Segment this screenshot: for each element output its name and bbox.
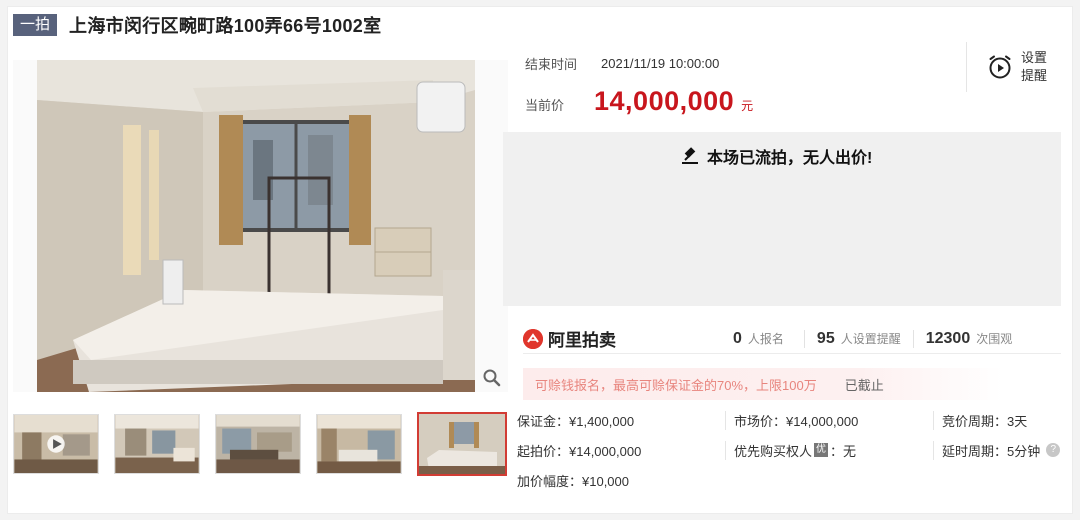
details-row: 加价幅度：¥10,000 bbox=[517, 465, 1061, 495]
details-row: 保证金：¥1,400,000 市场价：¥14,000,000 竞价周期：3天 bbox=[517, 405, 1061, 435]
price-unit: 元 bbox=[741, 99, 754, 113]
end-time-value: 2021/11/19 10:00:00 bbox=[601, 56, 720, 71]
title-row: 一拍 上海市闵行区畹町路100弄66号1002室 bbox=[13, 13, 381, 37]
set-reminder-button[interactable]: 设置 提醒 bbox=[966, 42, 1061, 92]
thumbnail-video[interactable] bbox=[13, 414, 99, 474]
stats-bar: 阿里拍卖 0 人报名 95 人设置提醒 12300 次围观 bbox=[523, 324, 1061, 354]
credit-notice-message: 可赊钱报名，最高可赊保证金的70%，上限100万 bbox=[535, 377, 817, 393]
market-price: 市场价：¥14,000,000 bbox=[725, 410, 933, 430]
ali-auction-logo-icon bbox=[523, 328, 543, 349]
credit-signup-notice: 可赊钱报名，最高可赊保证金的70%，上限100万 已截止 bbox=[523, 368, 1003, 400]
credit-notice-status: 已截止 bbox=[844, 377, 884, 393]
page-title: 上海市闵行区畹町路100弄66号1002室 bbox=[69, 16, 382, 36]
end-time-label: 结束时间 bbox=[525, 57, 578, 72]
priority-buyer-label: 优先购买权人 bbox=[734, 443, 813, 459]
reminder-stat: 95 人设置提醒 bbox=[817, 330, 901, 348]
alarm-clock-icon bbox=[989, 55, 1011, 79]
priority-badge-icon: 优 bbox=[814, 443, 829, 457]
reminder-label-line2: 提醒 bbox=[1021, 68, 1048, 83]
thumbnail-photo[interactable] bbox=[215, 414, 301, 474]
auction-round-badge: 一拍 bbox=[13, 14, 58, 36]
reminder-stat-label: 人设置提醒 bbox=[840, 331, 901, 346]
brand-name: 阿里拍卖 bbox=[548, 331, 616, 350]
end-time-row: 结束时间 2021/11/19 10:00:00 bbox=[525, 54, 719, 73]
gavel-icon bbox=[682, 147, 698, 164]
reminder-count: 95 bbox=[816, 329, 835, 347]
divider bbox=[912, 329, 914, 348]
current-price-row: 当前价 14,000,000 元 bbox=[525, 86, 753, 117]
extend-period-cell: 延时周期：5分钟 ? bbox=[933, 440, 1061, 460]
extend-period: 延时周期：5分钟 bbox=[942, 443, 1041, 459]
priority-buyer-value: ：无 bbox=[830, 443, 857, 459]
thumbnail-photo[interactable] bbox=[114, 414, 200, 474]
ali-auction-brand: 阿里拍卖 bbox=[523, 326, 733, 351]
thumbnail-photo-active[interactable] bbox=[417, 412, 507, 476]
thumbnail-photo[interactable] bbox=[316, 414, 402, 474]
views-stat: 12300 次围观 bbox=[926, 330, 1013, 348]
thumbnail-strip bbox=[13, 412, 522, 476]
start-price: 起拍价：¥14,000,000 bbox=[517, 443, 642, 459]
main-photo[interactable] bbox=[13, 60, 508, 392]
divider bbox=[803, 329, 805, 348]
views-count: 12300 bbox=[925, 329, 971, 347]
signup-label: 人报名 bbox=[747, 331, 784, 346]
current-price-label: 当前价 bbox=[525, 98, 565, 113]
auction-status-text: 本场已流拍，无人出价! bbox=[707, 150, 873, 167]
details-row: 起拍价：¥14,000,000 优先购买权人 优 ：无 延时周期：5分钟 ? bbox=[517, 435, 1061, 465]
signup-stat: 0 人报名 bbox=[733, 330, 784, 348]
priority-buyer: 优先购买权人 优 ：无 bbox=[725, 440, 933, 460]
signup-count: 0 bbox=[733, 329, 742, 347]
bid-increment: 加价幅度：¥10,000 bbox=[517, 473, 629, 489]
auction-status: 本场已流拍，无人出价! bbox=[681, 144, 872, 168]
bid-period: 竞价周期：3天 bbox=[933, 410, 1061, 430]
current-price-value: 14,000,000 bbox=[594, 86, 735, 116]
magnifier-icon[interactable] bbox=[482, 368, 502, 388]
reminder-label-line1: 设置 bbox=[1021, 50, 1048, 65]
deposit: 保证金：¥1,400,000 bbox=[517, 413, 635, 429]
views-label: 次围观 bbox=[976, 331, 1013, 346]
auction-status-panel: 本场已流拍，无人出价! bbox=[503, 132, 1061, 306]
help-icon[interactable]: ? bbox=[1046, 443, 1061, 457]
auction-details: 保证金：¥1,400,000 市场价：¥14,000,000 竞价周期：3天 起… bbox=[517, 405, 1061, 495]
